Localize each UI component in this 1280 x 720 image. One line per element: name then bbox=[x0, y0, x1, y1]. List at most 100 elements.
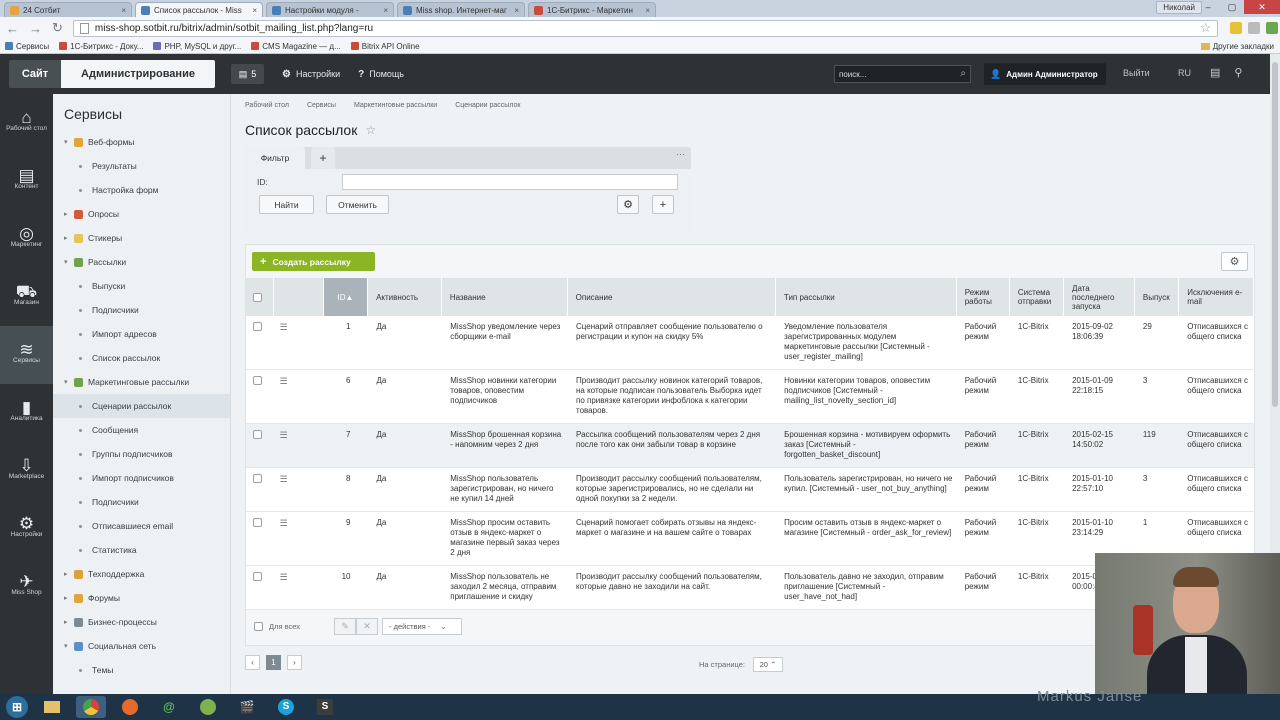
sidebar-item[interactable]: Список рассылок bbox=[79, 346, 160, 370]
breadcrumb-item[interactable]: Маркетинговые рассылки bbox=[354, 102, 437, 109]
help-link[interactable]: ? Помощь bbox=[358, 69, 404, 80]
bookmark-item[interactable]: Bitrix API Online bbox=[350, 42, 420, 51]
row-menu-icon[interactable]: ☰ bbox=[280, 430, 288, 440]
sidebar-item[interactable]: Импорт подписчиков bbox=[79, 466, 174, 490]
column-header[interactable]: Активность bbox=[368, 278, 442, 316]
browser-tab[interactable]: 24 Сотбит × bbox=[4, 2, 132, 17]
row-menu-icon[interactable]: ☰ bbox=[280, 572, 288, 582]
chevron-down-icon[interactable]: ▾ bbox=[64, 642, 74, 650]
settings-link[interactable]: ⚙ Настройки bbox=[282, 69, 340, 80]
extension-icon[interactable] bbox=[1265, 22, 1278, 34]
column-header[interactable]: Исключения e-mail bbox=[1179, 278, 1254, 316]
chevron-right-icon[interactable]: ▸ bbox=[64, 570, 74, 578]
row-checkbox[interactable] bbox=[253, 322, 262, 331]
table-row[interactable]: ☰ 7 Да MissShop брошенная корзина - напомни… bbox=[246, 424, 1254, 468]
language-selector[interactable]: RU bbox=[1178, 68, 1191, 78]
sidebar-item[interactable]: Группы подписчиков bbox=[79, 442, 173, 466]
bookmark-item[interactable]: Сервисы bbox=[5, 42, 49, 51]
sidebar-item[interactable]: ▾ Социальная сеть bbox=[64, 634, 156, 658]
column-header[interactable]: Дата последнего запуска bbox=[1064, 278, 1135, 316]
browser-tab[interactable]: Miss shop. Интернет-маг × bbox=[397, 2, 525, 17]
breadcrumb-item[interactable]: Рабочий стол bbox=[245, 102, 289, 109]
column-header[interactable]: Описание bbox=[568, 278, 776, 316]
extension-icon[interactable] bbox=[1229, 22, 1242, 34]
scrollbar-thumb[interactable] bbox=[1272, 62, 1278, 407]
row-checkbox[interactable] bbox=[253, 572, 262, 581]
add-filter-field-button[interactable]: + bbox=[652, 195, 674, 214]
row-checkbox[interactable] bbox=[253, 430, 262, 439]
table-row[interactable]: ☰ 8 Да MissShop пользователь зарегистрирова… bbox=[246, 468, 1254, 512]
prev-page-button[interactable]: ‹ bbox=[245, 655, 260, 670]
column-header[interactable]: Выпуск bbox=[1135, 278, 1180, 316]
other-bookmarks[interactable]: Другие закладки bbox=[1200, 42, 1274, 51]
user-menu[interactable]: 👤 Админ Администратор bbox=[984, 63, 1106, 85]
chevron-down-icon[interactable]: ▾ bbox=[64, 258, 74, 266]
sidebar-item[interactable]: ▾ Веб-формы bbox=[64, 130, 134, 154]
tab-close-icon[interactable]: × bbox=[121, 6, 126, 15]
explorer-icon[interactable] bbox=[37, 696, 67, 718]
start-button[interactable]: ⊞ bbox=[6, 696, 28, 718]
url-field[interactable]: miss-shop.sotbit.ru/bitrix/admin/sotbit_… bbox=[72, 19, 1218, 37]
sublime-icon[interactable]: S bbox=[310, 696, 340, 718]
sidebar-item[interactable]: Результаты bbox=[79, 154, 137, 178]
sidebar-item[interactable]: Статистика bbox=[79, 538, 137, 562]
bookmark-item[interactable]: CMS Magazine — д... bbox=[251, 42, 341, 51]
sidebar-item[interactable]: ▸ Бизнес-процессы bbox=[64, 610, 157, 634]
actions-select[interactable]: - действия - ⌄ bbox=[382, 617, 463, 635]
column-header[interactable]: Тип рассылки bbox=[776, 278, 957, 316]
table-row[interactable]: ☰ 1 Да MissShop уведомление через сборщики … bbox=[246, 316, 1254, 370]
sidebar-item[interactable]: Импорт адресов bbox=[79, 322, 157, 346]
sync-icon[interactable] bbox=[193, 696, 223, 718]
sidebar-item[interactable]: Отписавшиеся email bbox=[79, 514, 173, 538]
chevron-down-icon[interactable]: ▾ bbox=[64, 138, 74, 146]
sidebar-item[interactable]: Темы bbox=[79, 658, 113, 682]
browser-tab[interactable]: Настройки модуля - × bbox=[266, 2, 394, 17]
bookmark-item[interactable]: PHP, MySQL и друг... bbox=[153, 42, 241, 51]
sidebar-item[interactable]: ▸ Техподдержка bbox=[64, 562, 144, 586]
leftnav-item[interactable]: ⇩ Marketplace bbox=[0, 442, 53, 500]
table-row[interactable]: ☰ 6 Да MissShop новинки категории товаров, … bbox=[246, 370, 1254, 424]
select-all-header-checkbox[interactable] bbox=[253, 292, 262, 302]
search-input[interactable]: поиск... ⌕ bbox=[834, 65, 971, 83]
sidebar-item[interactable]: ▸ Опросы bbox=[64, 202, 119, 226]
firefox-icon[interactable] bbox=[115, 696, 145, 718]
maximize-icon[interactable]: ▢ bbox=[1220, 0, 1244, 14]
filter-more-icon[interactable]: ⋯ bbox=[676, 149, 685, 160]
sidebar-item[interactable]: Выпуски bbox=[79, 274, 125, 298]
sidebar-item[interactable]: Сообщения bbox=[79, 418, 138, 442]
leftnav-item[interactable]: ⛟ Магазин bbox=[0, 268, 53, 326]
next-page-button[interactable]: › bbox=[287, 655, 302, 670]
sidebar-item[interactable]: Подписчики bbox=[79, 490, 139, 514]
tab-close-icon[interactable]: × bbox=[514, 6, 519, 15]
logout-link[interactable]: Выйти bbox=[1123, 68, 1150, 78]
chevron-right-icon[interactable]: ▸ bbox=[64, 234, 74, 242]
row-menu-icon[interactable]: ☰ bbox=[280, 474, 288, 484]
sidebar-item[interactable]: Сценарии рассылок bbox=[53, 394, 230, 418]
minimize-icon[interactable]: – bbox=[1196, 0, 1220, 14]
column-header[interactable]: Название bbox=[442, 278, 568, 316]
cancel-button[interactable]: Отменить bbox=[326, 195, 389, 214]
bookmark-item[interactable]: 1С-Битрикс - Доку... bbox=[59, 42, 143, 51]
filter-settings-button[interactable]: ⚙ bbox=[617, 195, 639, 214]
edit-icon[interactable]: ✎ bbox=[334, 617, 357, 635]
breadcrumb-item[interactable]: Сценарии рассылок bbox=[455, 102, 520, 109]
admin-button[interactable]: Администрирование bbox=[61, 60, 215, 88]
row-checkbox[interactable] bbox=[253, 518, 262, 527]
row-checkbox[interactable] bbox=[253, 474, 262, 483]
chrome-icon[interactable] bbox=[76, 696, 106, 718]
select-all-checkbox[interactable] bbox=[254, 621, 263, 631]
sidebar-item[interactable]: Подписчики bbox=[79, 298, 139, 322]
bookmark-star-icon[interactable]: ☆ bbox=[1200, 20, 1212, 36]
skype-icon[interactable]: S bbox=[271, 696, 301, 718]
create-mailing-button[interactable]: + Создать рассылку bbox=[252, 252, 375, 271]
grid-settings-button[interactable]: ⚙ bbox=[1221, 252, 1248, 271]
close-icon[interactable]: ✕ bbox=[1244, 0, 1280, 14]
leftnav-item[interactable]: ◎ Маркетинг bbox=[0, 210, 53, 268]
chevron-right-icon[interactable]: ▸ bbox=[64, 210, 74, 218]
tab-close-icon[interactable]: × bbox=[645, 6, 650, 15]
chevron-down-icon[interactable]: ▾ bbox=[64, 378, 74, 386]
tab-close-icon[interactable]: × bbox=[252, 6, 257, 15]
id-field[interactable] bbox=[342, 174, 678, 190]
leftnav-item[interactable]: ▤ Контент bbox=[0, 152, 53, 210]
delete-icon[interactable]: ✕ bbox=[356, 617, 379, 635]
